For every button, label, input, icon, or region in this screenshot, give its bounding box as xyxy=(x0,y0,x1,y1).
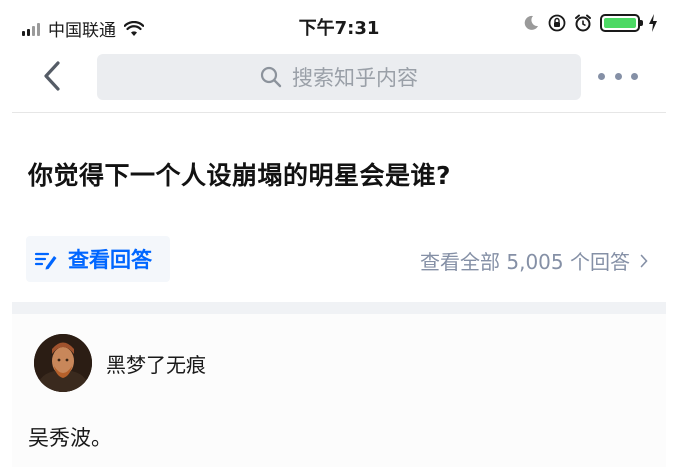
battery-icon xyxy=(600,14,643,32)
author-portrait-image xyxy=(34,334,92,392)
nav-divider xyxy=(12,112,666,113)
view-all-answers-link[interactable]: 查看全部 5,005 个回答 xyxy=(420,246,648,275)
battery-fill xyxy=(604,18,636,28)
alarm-icon xyxy=(575,14,591,32)
charging-icon xyxy=(649,14,657,32)
status-bar: 中国联通 下午7:31 xyxy=(0,0,678,52)
status-right xyxy=(522,14,658,32)
more-icon-dot xyxy=(631,72,638,80)
view-answer-button[interactable]: 查看回答 xyxy=(26,236,170,282)
search-input[interactable]: 搜索知乎内容 xyxy=(97,54,581,100)
answer-text[interactable]: 吴秀波。 xyxy=(28,422,112,452)
chevron-right-icon xyxy=(640,254,648,267)
answers-row: 查看回答 查看全部 5,005 个回答 xyxy=(0,236,678,284)
avatar[interactable] xyxy=(34,334,92,392)
section-divider xyxy=(12,302,666,314)
nav-bar: 搜索知乎内容 xyxy=(0,52,678,102)
more-icon-dot xyxy=(614,72,622,80)
search-icon xyxy=(260,66,282,88)
search-placeholder: 搜索知乎内容 xyxy=(292,66,418,90)
author-name[interactable]: 黑梦了无痕 xyxy=(106,349,206,378)
answer-card[interactable]: 黑梦了无痕 吴秀波。 xyxy=(12,314,666,467)
question-title[interactable]: 你觉得下一个人设崩塌的明星会是谁? xyxy=(28,156,451,192)
back-arrow-icon xyxy=(44,61,60,91)
write-answer-icon xyxy=(34,252,57,270)
more-button[interactable] xyxy=(598,66,638,86)
all-answers-label: 查看全部 5,005 个回答 xyxy=(420,250,630,274)
moon-icon xyxy=(524,15,538,30)
view-answer-label: 查看回答 xyxy=(68,248,152,272)
rotation-lock-icon xyxy=(548,14,566,32)
more-icon xyxy=(598,72,605,80)
back-button[interactable] xyxy=(34,58,70,94)
